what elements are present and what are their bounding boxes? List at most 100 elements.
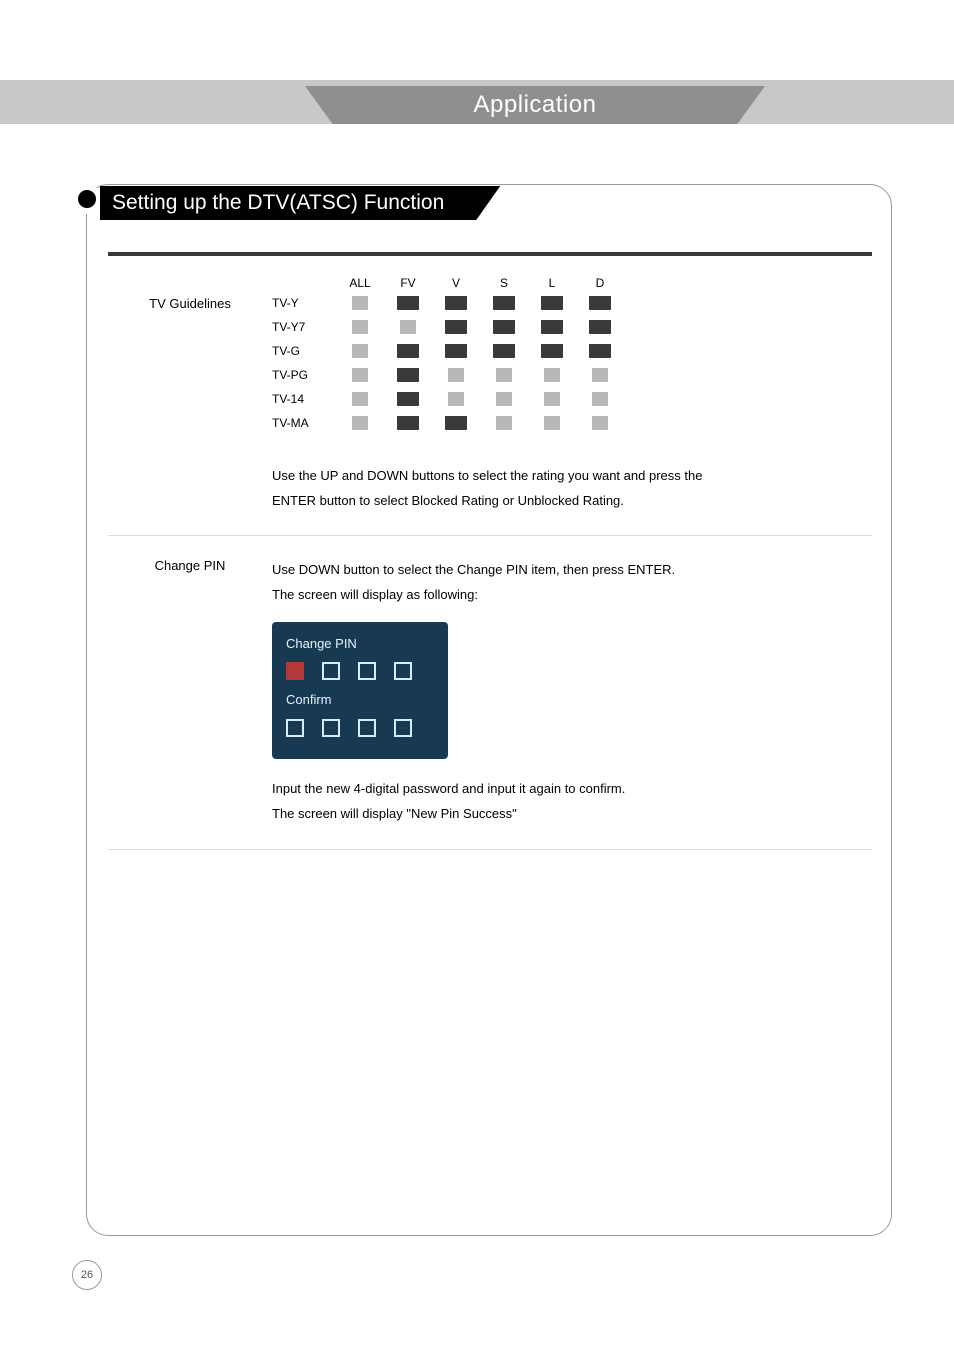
rating-row-label: TV-PG [272,368,336,382]
rating-cell[interactable] [336,416,384,430]
light-divider [108,535,872,536]
rating-cell[interactable] [432,344,480,358]
rating-cell[interactable] [528,344,576,358]
rating-cell[interactable] [384,320,432,334]
rating-cell[interactable] [432,392,480,406]
pin-digit-empty[interactable] [394,662,412,680]
rating-cell[interactable] [480,392,528,406]
pin-digit-empty[interactable] [358,719,376,737]
table-row: TV-Y [272,296,872,310]
rating-cell[interactable] [528,416,576,430]
pin-digit-empty[interactable] [358,662,376,680]
rating-cell[interactable] [336,392,384,406]
rating-cell[interactable] [384,296,432,310]
rating-cell[interactable] [432,368,480,382]
blocked-icon [445,344,467,358]
pin-digit-empty[interactable] [322,662,340,680]
rating-cell[interactable] [528,392,576,406]
blocked-icon [493,344,515,358]
pin-line: The screen will display as following: [272,583,872,608]
rating-cell[interactable] [528,320,576,334]
rating-cell[interactable] [576,296,624,310]
blocked-icon [445,416,467,430]
rating-cell[interactable] [336,320,384,334]
pin-digit-empty[interactable] [394,719,412,737]
light-divider [108,849,872,850]
rating-cell[interactable] [384,344,432,358]
rating-cell[interactable] [576,416,624,430]
col-header: FV [384,276,432,290]
rating-cell[interactable] [528,368,576,382]
blocked-icon [493,320,515,334]
tv-header-row: ALL FV V S L D [272,276,872,290]
col-header: D [576,276,624,290]
rating-cell[interactable] [480,344,528,358]
unblocked-icon [496,368,512,382]
col-header: V [432,276,480,290]
rating-cell[interactable] [480,416,528,430]
unblocked-icon [352,320,368,334]
blocked-icon [397,392,419,406]
rating-cell[interactable] [528,296,576,310]
blocked-icon [445,320,467,334]
unblocked-icon [496,392,512,406]
unblocked-icon [496,416,512,430]
pin-digit-empty[interactable] [286,719,304,737]
rating-cell[interactable] [384,368,432,382]
rating-cell[interactable] [576,320,624,334]
content-area: TV Guidelines ALL FV V S L D TV-Y TV-Y7 TV… [108,252,872,872]
blocked-icon [541,344,563,358]
blocked-icon [589,344,611,358]
unblocked-icon [592,368,608,382]
rating-cell[interactable] [432,320,480,334]
rating-row-label: TV-Y [272,296,336,310]
table-row: TV-PG [272,368,872,382]
unblocked-icon [352,296,368,310]
blocked-icon [397,344,419,358]
tv-header-spacer [272,276,336,290]
rating-cell[interactable] [480,368,528,382]
rating-row-label: TV-14 [272,392,336,406]
col-header: S [480,276,528,290]
tv-ratings-table: ALL FV V S L D TV-YTV-Y7TV-GTV-PGTV-14TV… [272,276,872,440]
unblocked-icon [400,320,416,334]
rating-cell[interactable] [336,368,384,382]
blocked-icon [589,320,611,334]
rating-cell[interactable] [576,392,624,406]
blocked-icon [589,296,611,310]
tv-guidelines-label: TV Guidelines [108,276,272,440]
tv-instruction: Use the UP and DOWN buttons to select th… [272,464,872,513]
rating-cell[interactable] [336,296,384,310]
unblocked-icon [592,416,608,430]
rating-cell[interactable] [384,392,432,406]
rating-row-label: TV-Y7 [272,320,336,334]
rating-cell[interactable] [576,344,624,358]
unblocked-icon [352,368,368,382]
table-row: TV-Y7 [272,320,872,334]
rating-cell[interactable] [480,296,528,310]
rating-cell[interactable] [480,320,528,334]
rating-cell[interactable] [384,416,432,430]
table-row: TV-G [272,344,872,358]
pin-confirm-row [286,719,434,737]
unblocked-icon [352,344,368,358]
pin-digit-filled[interactable] [286,662,304,680]
pin-confirm-title: Confirm [286,688,434,713]
rating-cell[interactable] [336,344,384,358]
change-pin-panel: Change PIN Confirm [272,622,448,759]
rating-cell[interactable] [432,416,480,430]
tab-title: Application [474,91,597,119]
col-header: ALL [336,276,384,290]
rating-cell[interactable] [432,296,480,310]
col-header: L [528,276,576,290]
change-pin-row: Change PIN Use DOWN button to select the… [108,558,872,826]
unblocked-icon [352,416,368,430]
unblocked-icon [544,368,560,382]
rating-cell[interactable] [576,368,624,382]
bullet-dot-icon [78,190,96,208]
pin-digit-empty[interactable] [322,719,340,737]
unblocked-icon [448,368,464,382]
blocked-icon [397,416,419,430]
instruction-line: Use the UP and DOWN buttons to select th… [272,464,872,489]
pin-line: Use DOWN button to select the Change PIN… [272,558,872,583]
